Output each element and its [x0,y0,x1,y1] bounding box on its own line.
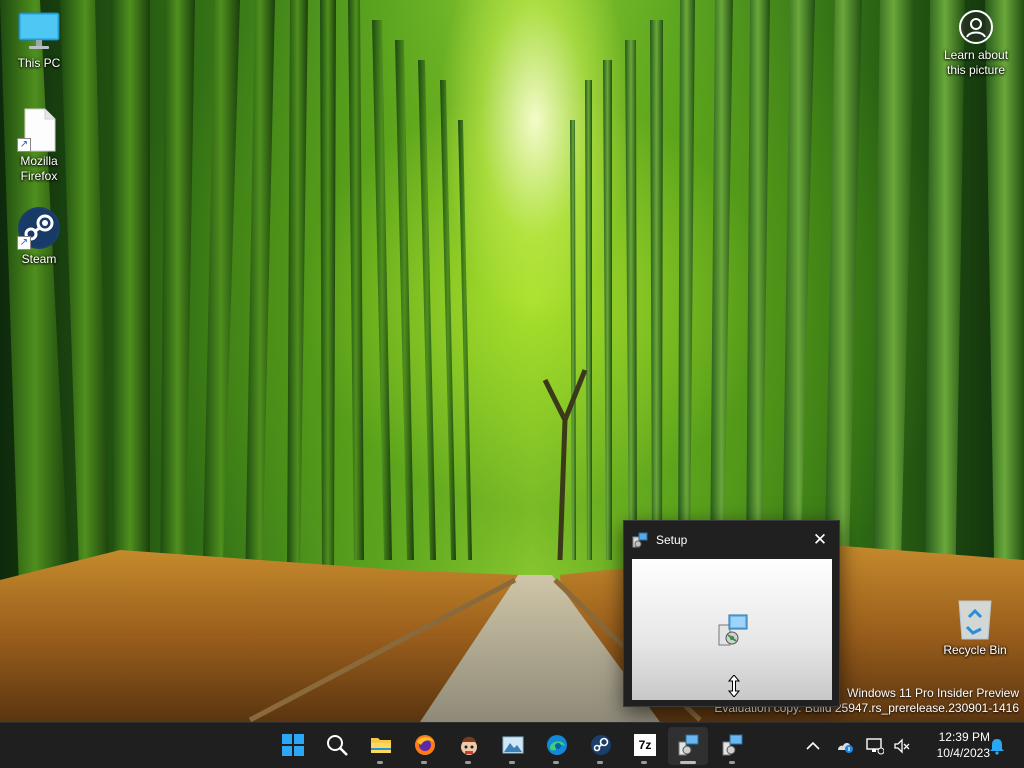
desktop-wallpaper [0,0,1024,722]
7zip-icon: 7z [634,734,656,756]
running-indicator [553,761,559,764]
shortcut-arrow-icon: ↗ [17,138,31,152]
setup-title: Setup [656,533,688,547]
clock-date: 10/4/2023 [936,746,990,760]
monitor-icon [17,10,61,54]
taskbar-firefox[interactable] [404,727,444,765]
installer-icon [722,734,743,756]
desktop-icon-label: This PC [17,56,61,70]
folder-icon [371,738,391,753]
clock-time: 12:39 PM [938,730,990,744]
shortcut-arrow-icon: ↗ [17,236,31,250]
taskbar-photos[interactable] [492,727,532,765]
setup-window[interactable]: Setup ✕ [623,520,840,707]
taskbar-setup-1[interactable] [668,727,708,765]
onedrive-icon[interactable] [836,737,854,755]
running-indicator [465,761,471,764]
close-button[interactable]: ✕ [801,521,839,559]
close-icon: ✕ [812,530,828,549]
installer-icon [678,734,699,756]
file-shortcut-icon: ↗ [17,108,61,152]
desktop-icon-steam[interactable]: ↗ Steam [1,206,77,267]
taskbar-steam[interactable] [580,727,620,765]
learn-about-picture-button[interactable]: Learn about this picture [936,10,1016,78]
resize-cursor-icon [728,675,740,697]
running-indicator [377,761,383,764]
search-icon [327,735,348,756]
running-indicator [641,761,647,764]
chevron-up-icon[interactable] [804,737,822,755]
installer-icon [718,614,748,646]
steam-icon: ↗ [17,206,61,250]
spotlight-label: Learn about this picture [943,48,1009,77]
recycle-bin-icon [953,597,997,641]
desktop-icon-label: Mozilla Firefox [20,154,58,183]
running-indicator [729,761,735,764]
photos-icon [502,736,524,754]
taskbar-7zip[interactable]: 7z [624,727,664,765]
taskbar-edge[interactable] [536,727,576,765]
desktop-icon-label: Recycle Bin [943,643,1007,657]
edge-icon [547,735,567,755]
camera-icon [959,10,993,44]
running-indicator [680,761,696,764]
taskbar: 7z 12:39 PM 10/4/2023 [0,722,1024,768]
search-button[interactable] [316,727,356,765]
running-indicator [421,761,427,764]
desktop-icon-label: Steam [21,252,57,266]
windows-start-icon [282,734,304,756]
mascot-icon [461,736,477,755]
start-button[interactable] [272,727,312,765]
clock[interactable]: 12:39 PM 10/4/2023 [920,729,990,761]
7zip-label: 7z [638,738,652,752]
firefox-icon [415,735,435,755]
setup-titlebar[interactable]: Setup ✕ [624,521,839,559]
taskbar-file-explorer[interactable] [360,727,400,765]
desktop-icon-this-pc[interactable]: This PC [1,10,77,71]
installer-icon [632,532,648,548]
taskbar-mascot-app[interactable] [448,727,488,765]
network-icon[interactable] [866,737,884,755]
volume-muted-icon[interactable] [893,737,911,755]
notification-bell-icon[interactable] [988,737,1006,755]
setup-content-area [632,559,832,700]
desktop-icon-recycle-bin[interactable]: Recycle Bin [937,597,1013,658]
bamboo-forest-illustration [0,0,1024,722]
desktop-icon-firefox[interactable]: ↗ Mozilla Firefox [1,108,77,184]
steam-icon [591,735,611,755]
taskbar-setup-2[interactable] [712,727,752,765]
running-indicator [597,761,603,764]
running-indicator [509,761,515,764]
